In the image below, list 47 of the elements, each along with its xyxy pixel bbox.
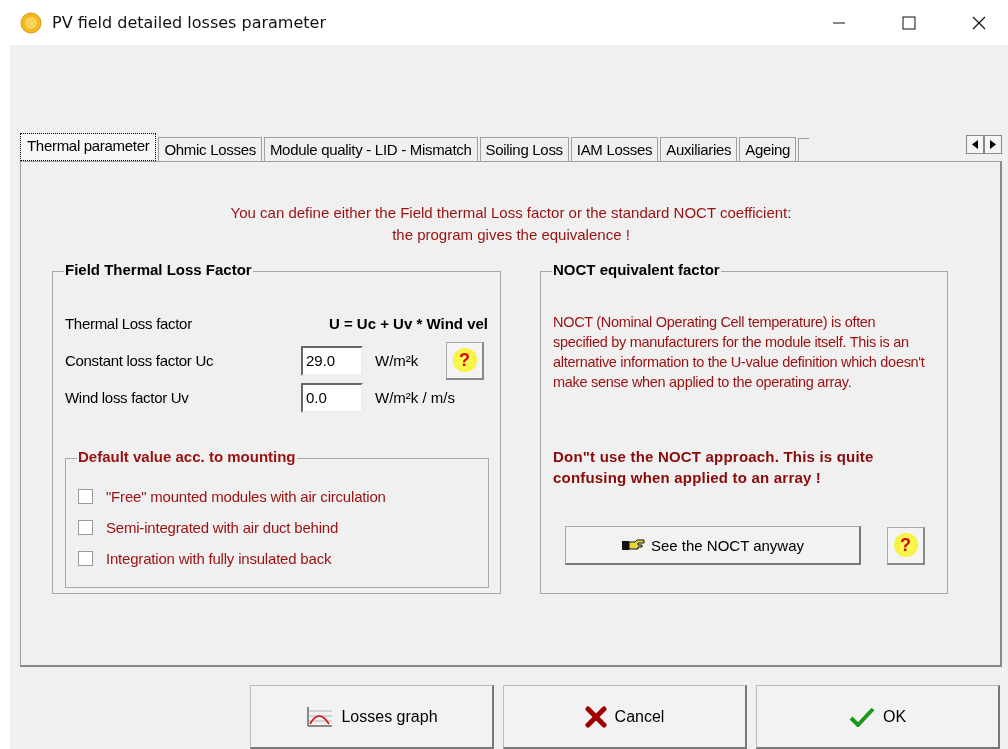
checkbox[interactable] bbox=[78, 551, 93, 566]
scroll-left-button[interactable] bbox=[966, 135, 984, 154]
app-icon bbox=[20, 11, 42, 34]
help-button[interactable]: ? bbox=[446, 341, 484, 380]
field-label: Thermal Loss factor bbox=[65, 315, 193, 332]
scroll-right-button[interactable] bbox=[984, 135, 1002, 154]
checkbox[interactable] bbox=[78, 489, 93, 504]
field-label: Wind loss factor Uv bbox=[65, 389, 190, 406]
tab[interactable]: Ageing bbox=[739, 137, 797, 161]
left-arrow-icon bbox=[972, 140, 978, 149]
field-label: Constant loss factor Uc bbox=[65, 352, 215, 369]
maximize-icon bbox=[902, 15, 916, 30]
graph-button[interactable]: Losses graph bbox=[250, 685, 494, 749]
warning-text: Don"t use the NOCT approach. This is quite confusing when applied to an array ! bbox=[553, 447, 875, 488]
window-title: PV field detailed losses parameter bbox=[52, 13, 326, 32]
checkbox-label[interactable]: Integration with fully insulated back bbox=[106, 550, 332, 567]
description-text: NOCT (Nominal Operating Cell temperature) is often specified by manufacturers for the module itself. This is an alternative information to the U-value definition which doesn't make sense when applied to the operating array. bbox=[553, 313, 926, 392]
pointing-hand-icon bbox=[620, 538, 645, 552]
x-mark-icon bbox=[584, 705, 607, 728]
minimize-icon bbox=[832, 21, 846, 24]
see-noct-button[interactable]: See the NOCT anyway bbox=[565, 526, 861, 565]
unit-label: W/m²k bbox=[375, 352, 420, 369]
tab[interactable]: Ohmic Losses bbox=[158, 137, 262, 161]
tab[interactable]: Thermal parameter bbox=[20, 133, 157, 161]
group-title: NOCT equivalent factor bbox=[552, 261, 721, 278]
input-field[interactable]: 0.0 bbox=[301, 382, 363, 413]
check-mark-icon bbox=[848, 705, 875, 728]
group-title: Default value acc. to mounting bbox=[77, 448, 297, 465]
tab[interactable]: Soiling Loss bbox=[479, 137, 569, 161]
checkbox[interactable] bbox=[78, 520, 93, 535]
close-icon bbox=[972, 15, 986, 30]
info-text: the program gives the equivalence ! bbox=[391, 225, 631, 245]
ok-button[interactable]: OK bbox=[756, 685, 1000, 749]
tab[interactable]: Module quality - LID - Mismatch bbox=[263, 137, 478, 161]
group-title: Field Thermal Loss Factor bbox=[64, 261, 253, 278]
tab[interactable]: Auxiliaries bbox=[660, 137, 738, 161]
unit-label: W/m²k / m/s bbox=[375, 389, 455, 406]
right-arrow-icon bbox=[990, 140, 996, 149]
input-field[interactable]: 29.0 bbox=[301, 345, 363, 376]
checkbox-label[interactable]: Semi-integrated with air duct behind bbox=[106, 519, 339, 536]
graph-icon bbox=[305, 705, 334, 728]
formula-text: U = Uc + Uv * Wind vel bbox=[328, 315, 488, 332]
checkbox-label[interactable]: "Free" mounted modules with air circulation bbox=[106, 488, 386, 505]
tab[interactable]: IAM Losses bbox=[570, 137, 659, 161]
cancel-button[interactable]: Cancel bbox=[503, 685, 747, 749]
help-button[interactable]: ? bbox=[887, 526, 925, 565]
info-text: You can define either the Field thermal Loss factor or the standard NOCT coefficient: bbox=[229, 203, 793, 223]
